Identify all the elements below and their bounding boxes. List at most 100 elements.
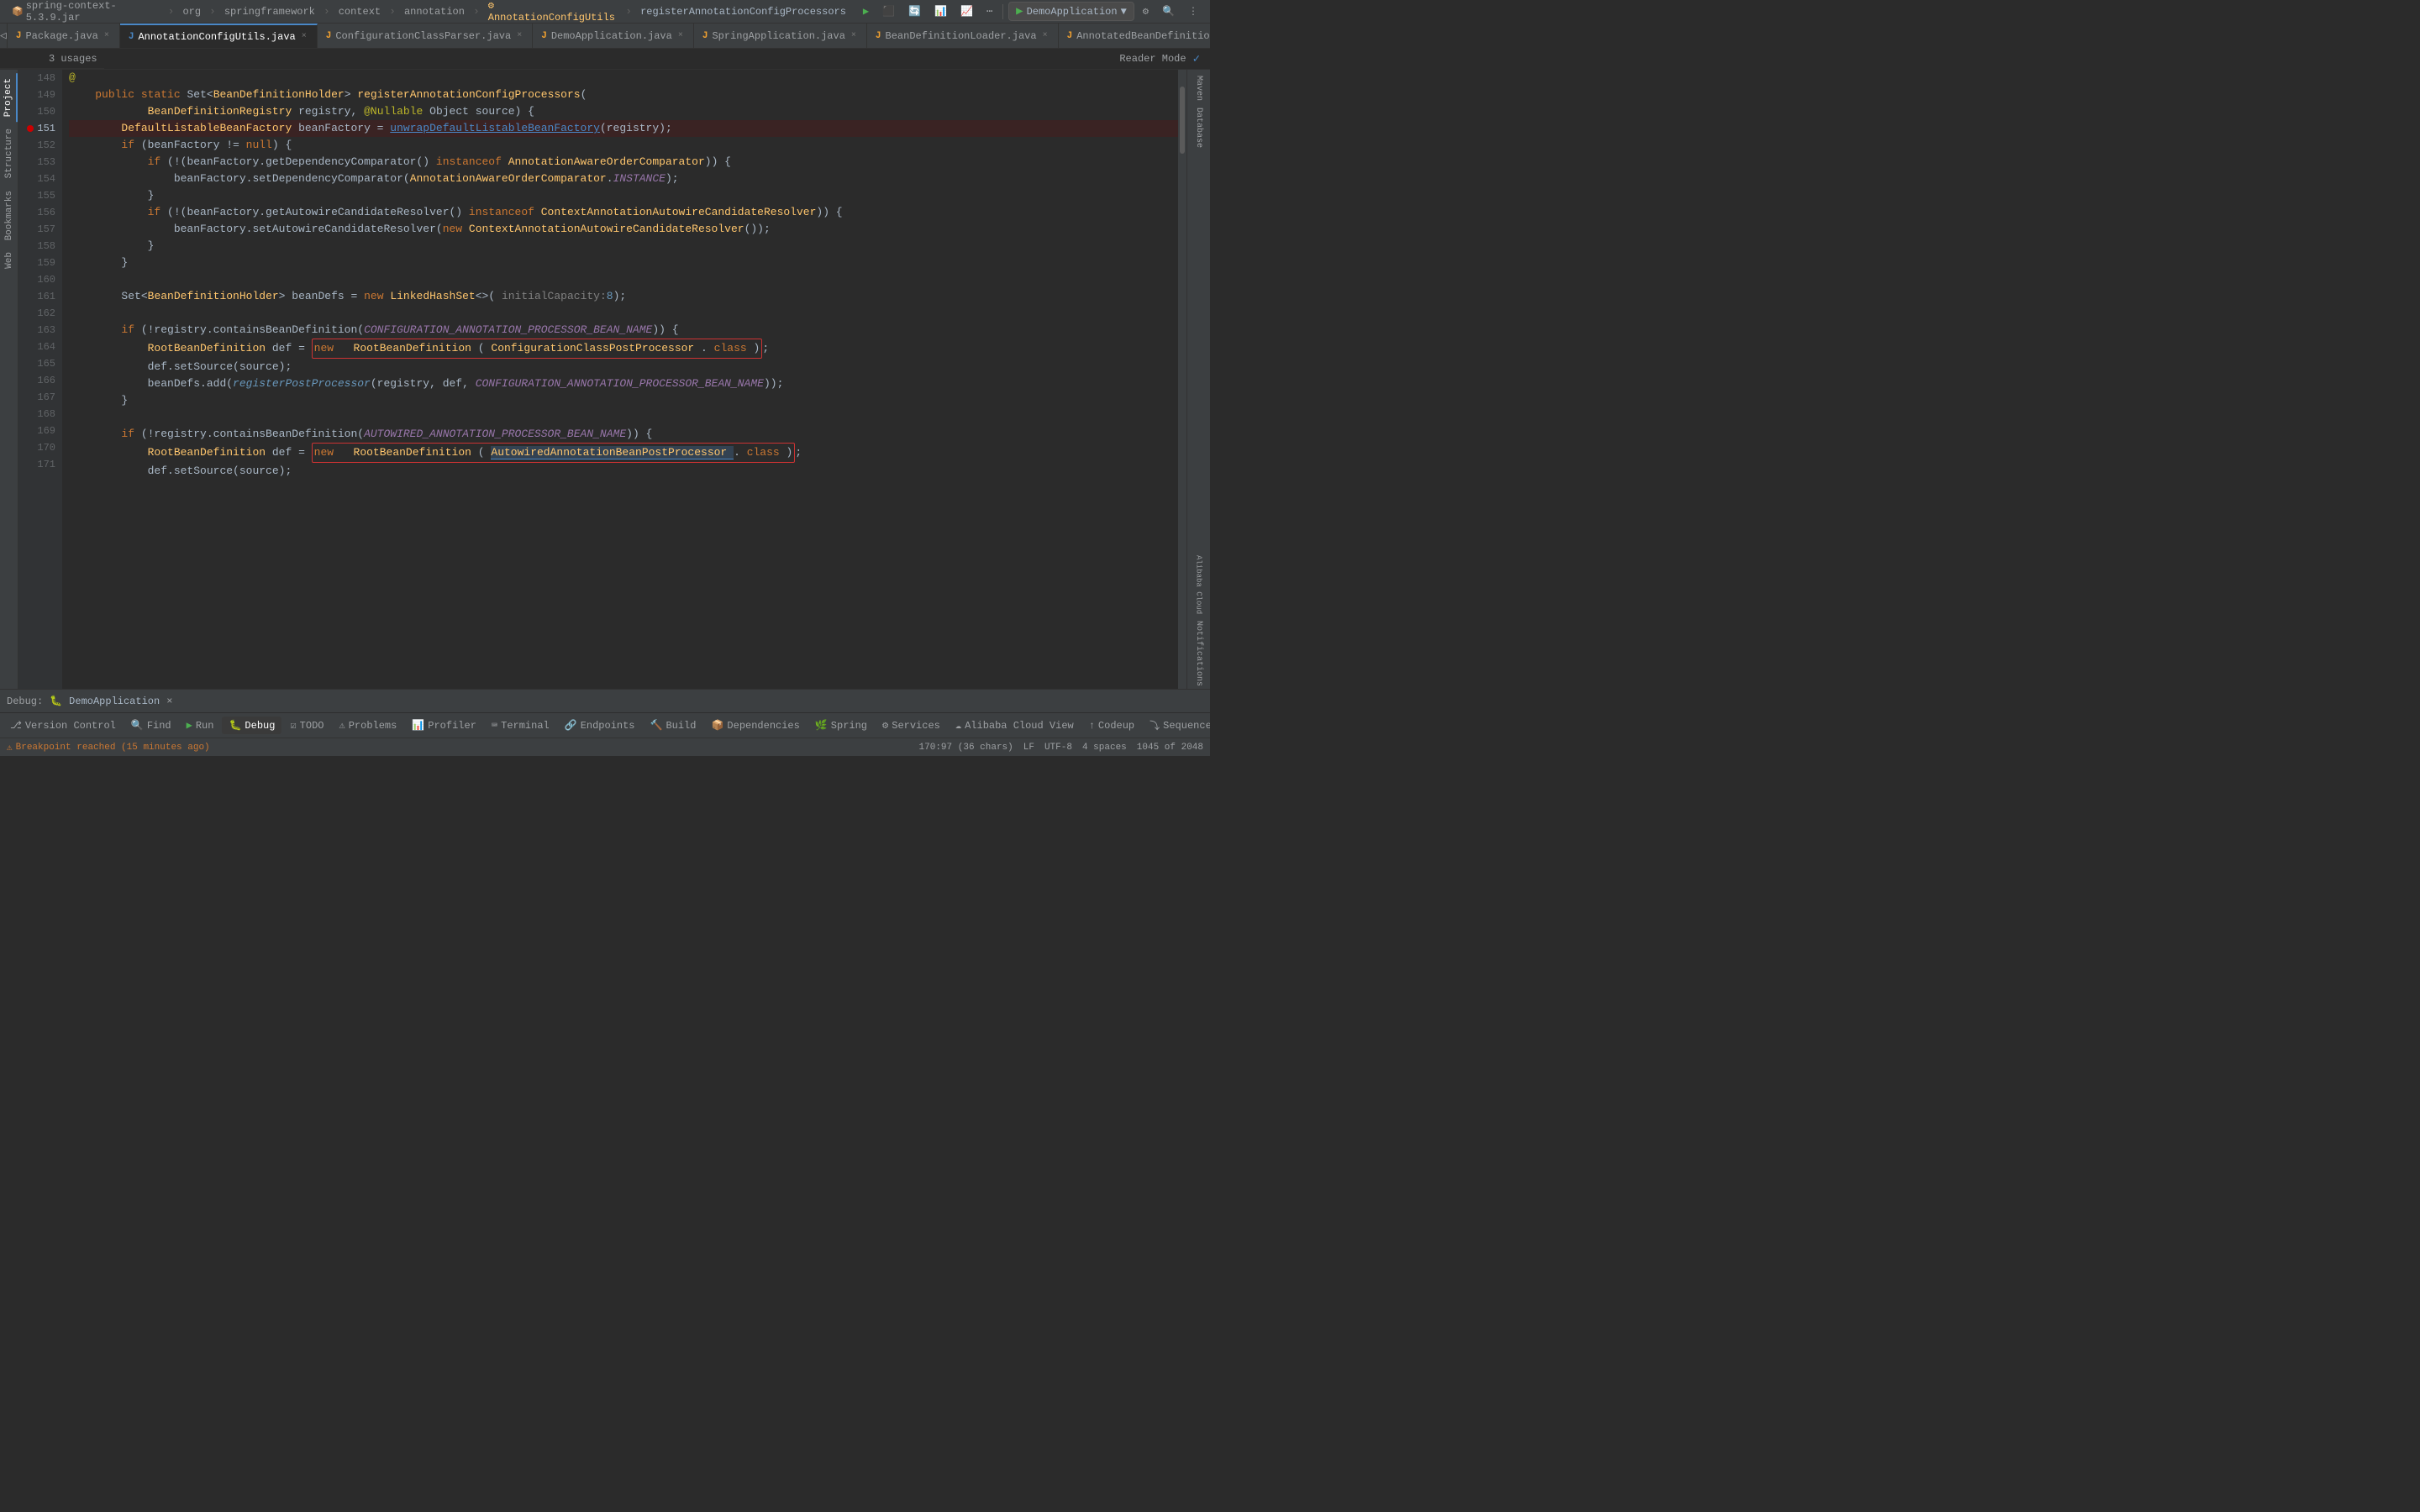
- todo-toolbar[interactable]: ☑ TODO: [283, 717, 330, 734]
- highlight-box-170: new RootBeanDefinition ( AutowiredAnnota…: [312, 443, 796, 463]
- find-icon: 🔍: [131, 719, 144, 732]
- tab-configclassparser[interactable]: J ConfigurationClassParser.java ×: [318, 24, 533, 49]
- web-panel[interactable]: Web: [2, 247, 17, 274]
- bookmarks-panel[interactable]: Bookmarks: [2, 186, 17, 245]
- services-toolbar[interactable]: ⚙ Services: [876, 717, 947, 734]
- settings-button[interactable]: ⚙: [1138, 3, 1154, 19]
- breakpoint-151[interactable]: [27, 125, 34, 132]
- code-line-161: Set < BeanDefinitionHolder > beanDefs = …: [69, 288, 1178, 305]
- tab-close-beanloader[interactable]: ×: [1041, 30, 1050, 41]
- profile-button[interactable]: 📈: [955, 3, 978, 19]
- left-panel-toggle[interactable]: ◁: [0, 24, 8, 48]
- more-button[interactable]: ⋯: [981, 3, 997, 19]
- run-button[interactable]: ▶: [858, 3, 874, 19]
- database-panel[interactable]: Database: [1189, 105, 1209, 150]
- bottom-toolbar: ⎇ Version Control 🔍 Find ▶ Run 🐛 Debug ☑…: [0, 712, 1210, 738]
- structure-panel[interactable]: Structure: [2, 123, 17, 183]
- reload-button[interactable]: 🔄: [903, 3, 926, 19]
- code-line-159: }: [69, 255, 1178, 271]
- spring-toolbar[interactable]: 🌿 Spring: [808, 717, 874, 734]
- line-separator[interactable]: LF: [1023, 743, 1034, 753]
- breakpoint-message: Breakpoint reached (15 minutes ago): [16, 743, 210, 753]
- indent-info[interactable]: 4 spaces: [1082, 743, 1127, 753]
- project-panel[interactable]: Project: [1, 73, 18, 122]
- code-line-148: @: [69, 70, 1178, 87]
- gutter-line-170: 170: [22, 439, 55, 456]
- tab-springapplication[interactable]: J SpringApplication.java ×: [694, 24, 867, 49]
- left-panel-strip: Project Structure Bookmarks Web: [0, 70, 18, 689]
- encoding[interactable]: UTF-8: [1044, 743, 1072, 753]
- stop-button[interactable]: ⬛: [877, 3, 900, 19]
- gutter-line-151: 151: [22, 120, 55, 137]
- codeup-toolbar[interactable]: ↑ Codeup: [1082, 717, 1141, 734]
- debug-app-name[interactable]: DemoApplication: [69, 696, 160, 707]
- problems-icon: ⚠: [339, 719, 345, 732]
- gutter-line-161: 161: [22, 288, 55, 305]
- code-editor[interactable]: @ public static Set < BeanDefinitionHold…: [62, 70, 1178, 689]
- line-gutter: 148 149 150 151 152 153: [18, 70, 62, 689]
- gutter-line-149: 149: [22, 87, 55, 103]
- run-toolbar[interactable]: ▶ Run: [180, 717, 221, 734]
- tab-icon-package: J: [16, 31, 22, 41]
- code-line-163: if (!registry.containsBeanDefinition( CO…: [69, 322, 1178, 339]
- breadcrumb-annotation[interactable]: annotation: [399, 4, 470, 19]
- tab-beandefinitionloader[interactable]: J BeanDefinitionLoader.java ×: [867, 24, 1059, 49]
- build-toolbar[interactable]: 🔨 Build: [644, 717, 703, 734]
- tab-close-config[interactable]: ×: [515, 30, 523, 41]
- cursor-position[interactable]: 170:97 (36 chars): [919, 743, 1013, 753]
- scrollbar[interactable]: [1178, 70, 1186, 689]
- tab-icon-annotated: J: [1067, 31, 1073, 41]
- terminal-toolbar[interactable]: ⌨ Terminal: [485, 717, 556, 734]
- main-area: Project Structure Bookmarks Web 148 149 …: [0, 70, 1210, 689]
- code-line-162: [69, 305, 1178, 322]
- spring-icon: 🌿: [815, 719, 828, 732]
- sequence-icon: ⤵: [1150, 718, 1160, 732]
- gutter-line-154: 154: [22, 171, 55, 187]
- tab-close-demo[interactable]: ×: [676, 30, 685, 41]
- dependencies-toolbar[interactable]: 📦 Dependencies: [704, 717, 806, 734]
- gutter-line-153: 153: [22, 154, 55, 171]
- breadcrumb-org[interactable]: org: [177, 4, 206, 19]
- code-line-157: beanFactory.setAutowireCandidateResolver…: [69, 221, 1178, 238]
- version-control-toolbar[interactable]: ⎇ Version Control: [3, 717, 123, 734]
- code-line-151: DefaultListableBeanFactory beanFactory =…: [69, 120, 1178, 137]
- debug-close[interactable]: ×: [166, 696, 172, 707]
- endpoints-icon: 🔗: [565, 719, 577, 732]
- tab-package[interactable]: J Package.java ×: [8, 24, 120, 49]
- reader-mode-check[interactable]: ✓: [1193, 52, 1200, 66]
- breadcrumb-springframework[interactable]: springframework: [219, 4, 320, 19]
- more-actions[interactable]: ⋮: [1183, 3, 1203, 19]
- breadcrumb-method[interactable]: registerAnnotationConfigProcessors: [635, 4, 851, 19]
- code-line-155: }: [69, 187, 1178, 204]
- coverage-button[interactable]: 📊: [929, 3, 952, 19]
- find-toolbar[interactable]: 🔍 Find: [124, 717, 178, 734]
- search-button[interactable]: 🔍: [1157, 3, 1180, 19]
- notifications-panel[interactable]: Notifications: [1189, 618, 1209, 689]
- tab-annotatedbeandefinitionreader[interactable]: J AnnotatedBeanDefinitionReader.java ×: [1059, 24, 1210, 49]
- debug-toolbar-item[interactable]: 🐛 Debug: [222, 717, 281, 734]
- tab-close-package[interactable]: ×: [103, 30, 111, 41]
- tab-close-active[interactable]: ×: [300, 31, 308, 42]
- dependencies-icon: 📦: [711, 719, 723, 732]
- breadcrumb-context[interactable]: context: [334, 4, 386, 19]
- code-line-153: if (!(beanFactory.getDependencyComparato…: [69, 154, 1178, 171]
- debug-bar: Debug: 🐛 DemoApplication ×: [0, 689, 1210, 712]
- lines-count[interactable]: 1045 of 2048: [1137, 743, 1203, 753]
- breadcrumb-class[interactable]: ⚙ AnnotationConfigUtils: [483, 0, 623, 25]
- alibaba-cloud-panel[interactable]: Alibaba Cloud: [1189, 553, 1209, 617]
- maven-panel[interactable]: Maven: [1189, 73, 1209, 103]
- app-selector[interactable]: ▶ DemoApplication ▼: [1008, 2, 1134, 21]
- tab-annotationconfigutils[interactable]: J AnnotationConfigUtils.java ×: [120, 24, 318, 49]
- tab-close-spring[interactable]: ×: [850, 30, 858, 41]
- profiler-toolbar[interactable]: 📊 Profiler: [405, 717, 483, 734]
- breakpoint-status: ⚠ Breakpoint reached (15 minutes ago): [7, 742, 210, 753]
- endpoints-toolbar[interactable]: 🔗 Endpoints: [558, 717, 642, 734]
- scrollbar-thumb[interactable]: [1180, 87, 1185, 154]
- tab-demoapplication[interactable]: J DemoApplication.java ×: [533, 24, 694, 49]
- problems-toolbar[interactable]: ⚠ Problems: [332, 717, 403, 734]
- sequence-toolbar[interactable]: ⤵ Sequence: [1143, 716, 1210, 735]
- gutter-line-171: 171: [22, 456, 55, 473]
- alibaba-cloud-toolbar[interactable]: ☁ Alibaba Cloud View: [949, 717, 1081, 734]
- reader-mode-label[interactable]: Reader Mode: [1119, 53, 1186, 65]
- jar-label[interactable]: 📦 spring-context-5.3.9.jar: [7, 0, 165, 25]
